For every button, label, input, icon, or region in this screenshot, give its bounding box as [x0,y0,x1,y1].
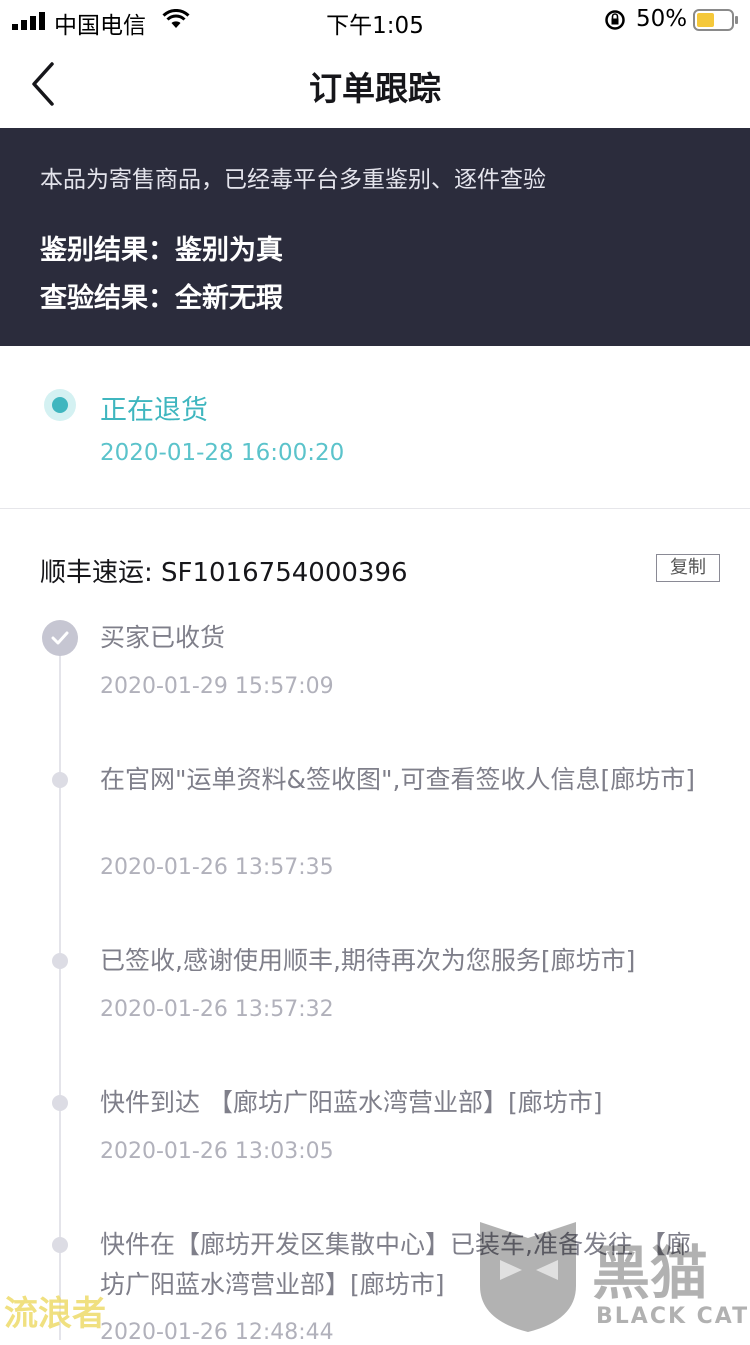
timeline-dot [52,1237,68,1253]
authentication-banner: 本品为寄售商品，已经毒平台多重鉴别、逐件查验 鉴别结果：鉴别为真 查验结果：全新… [0,128,750,346]
status-title: 正在退货 [100,395,208,426]
timeline-dot [52,772,68,788]
navigation-bar: 订单跟踪 [0,40,750,128]
timeline-event-time: 2020-01-26 12:48:44 [100,1320,334,1345]
battery-percentage: 50% [636,6,688,32]
authentication-result: 鉴别结果：鉴别为真 [40,235,283,266]
timeline-event-text: 快件到达 【廊坊广阳蓝水湾营业部】[廊坊市] [100,1088,603,1117]
inspection-result: 查验结果：全新无瑕 [40,283,283,314]
status-time: 2020-01-28 16:00:20 [100,440,345,466]
black-cat-logo-icon [480,1222,576,1332]
check-circle-icon [42,620,78,656]
timeline-dot [52,1095,68,1111]
timeline-line [59,640,61,1340]
battery-icon [693,9,738,31]
timeline-dot [52,953,68,969]
rotation-lock-icon [605,10,625,30]
copy-button[interactable]: 复制 [656,554,720,582]
timeline-event-time: 2020-01-29 15:57:09 [100,674,334,699]
timeline-event-text: 在官网"运单资料&签收图",可查看签收人信息[廊坊市] [100,765,695,794]
watermark-logo-subtext: BLACK CAT [596,1304,750,1329]
consignment-note: 本品为寄售商品，已经毒平台多重鉴别、逐件查验 [40,167,546,193]
timeline-event-time: 2020-01-26 13:57:32 [100,997,334,1022]
page-title: 订单跟踪 [309,69,441,108]
current-status: 正在退货 2020-01-28 16:00:20 [0,346,750,509]
timeline-event-text: 已签收,感谢使用顺丰,期待再次为您服务[廊坊市] [100,946,636,975]
status-dot [52,397,68,413]
timeline-event-time: 2020-01-26 13:57:35 [100,855,334,880]
watermark-logo-text: 黑猫 [592,1239,709,1307]
timeline-event-text: 买家已收货 [100,623,226,652]
timeline-event-time: 2020-01-26 13:03:05 [100,1139,334,1164]
tracking-number: 顺丰速运: SF1016754000396 [40,558,408,588]
watermark-left: 流浪者 [4,1294,106,1334]
status-bar: 中国电信 下午1:05 50% [0,0,750,40]
